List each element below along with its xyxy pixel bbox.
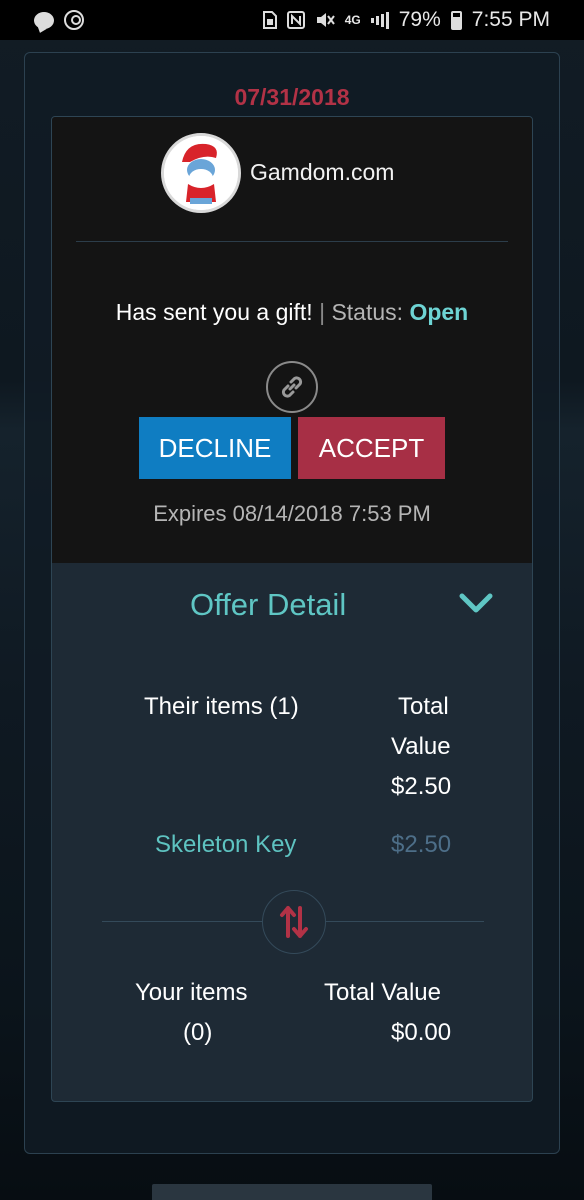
- accept-button[interactable]: ACCEPT: [298, 417, 445, 479]
- clock: 7:55 PM: [471, 8, 550, 31]
- your-total-label: Total Value: [324, 979, 441, 1006]
- sender-name: Gamdom.com: [250, 159, 395, 185]
- mute-icon: [315, 11, 335, 29]
- sender-avatar: [161, 133, 241, 213]
- their-items-label: Their items (1): [144, 693, 299, 720]
- battery-icon: [450, 10, 462, 30]
- network-4g-icon: 4G: [344, 13, 361, 27]
- gift-message-line: Has sent you a gift! | Status: Open: [52, 299, 532, 326]
- their-total-value: $2.50: [391, 773, 452, 800]
- status-label: Status:: [331, 299, 404, 325]
- account-notification-icon: [64, 10, 84, 30]
- their-total-label-line1: Total: [398, 693, 449, 720]
- offer-detail-title[interactable]: Offer Detail: [190, 587, 346, 623]
- header-divider: [76, 241, 508, 242]
- status-value: Open: [409, 299, 469, 325]
- signal-icon: [370, 11, 389, 29]
- gift-header: Gamdom.com Has sent you a gift! | Status…: [52, 117, 532, 563]
- swap-icon: [262, 890, 326, 954]
- decline-button[interactable]: DECLINE: [139, 417, 291, 479]
- bottom-nav-stub: [152, 1184, 432, 1200]
- status-separator: |: [319, 299, 326, 325]
- chevron-down-icon[interactable]: [458, 591, 494, 617]
- expiry-text: Expires 08/14/2018 7:53 PM: [153, 501, 431, 526]
- nfc-icon: [286, 11, 305, 29]
- link-icon[interactable]: [266, 361, 318, 413]
- your-items-label-line2: (0): [183, 1019, 213, 1046]
- trade-date: 07/31/2018: [234, 84, 350, 110]
- gift-card: Gamdom.com Has sent you a gift! | Status…: [51, 116, 533, 1102]
- their-total-label-line2: Value: [391, 733, 451, 760]
- item-name[interactable]: Skeleton Key: [155, 825, 296, 865]
- status-bar: 4G 79% 7:55 PM: [0, 0, 584, 40]
- your-total-value: $0.00: [391, 1019, 452, 1046]
- battery-percent: 79%: [398, 8, 441, 31]
- sim-icon: [262, 11, 277, 29]
- your-items-label-line1: Your items: [135, 979, 248, 1006]
- chat-notification-icon: [34, 11, 54, 29]
- gift-message: Has sent you a gift!: [115, 299, 313, 325]
- item-price: $2.50: [391, 831, 452, 858]
